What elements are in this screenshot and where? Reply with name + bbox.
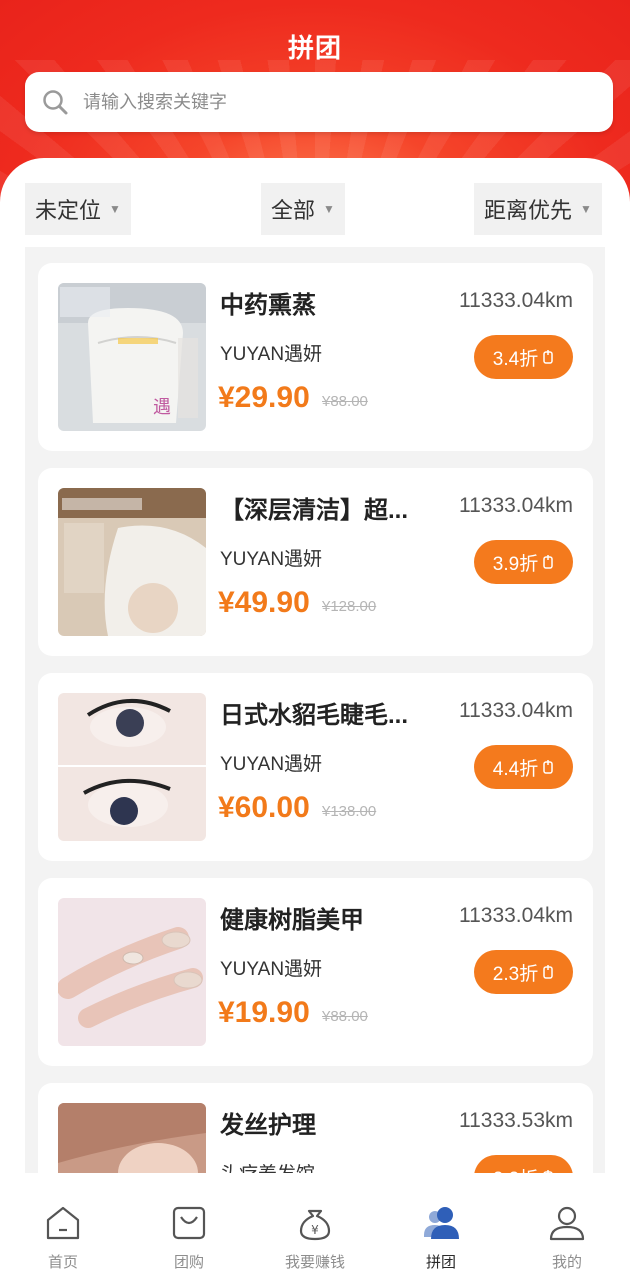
shopping-bag-icon: [172, 1206, 206, 1240]
product-name: 中药熏蒸: [220, 292, 316, 319]
svg-text:¥: ¥: [311, 1223, 319, 1237]
group-icon: [424, 1207, 459, 1239]
product-price: ¥49.90: [218, 586, 310, 619]
product-price: ¥60.00: [218, 791, 310, 824]
product-price: ¥19.90: [218, 996, 310, 1029]
discount-badge[interactable]: 4.4折: [474, 745, 573, 789]
tab-mine-label: 我的: [551, 1254, 582, 1271]
discount-badge[interactable]: 3.4折: [474, 335, 573, 379]
product-original-price: ¥88.00: [322, 1008, 368, 1025]
product-distance: 11333.04km: [458, 289, 573, 312]
product-name: 日式水貂毛睫毛...: [220, 702, 409, 729]
discount-badge[interactable]: 2.3折: [474, 950, 573, 994]
filter-category-label: 全部: [271, 198, 316, 223]
product-image: [58, 693, 206, 841]
product-card[interactable]: 【深层清洁】超... 11333.04km YUYAN遇妍 ¥49.90 ¥12…: [38, 468, 593, 656]
page-title: 拼团: [287, 33, 342, 63]
money-bag-icon: ¥: [299, 1209, 331, 1241]
caret-down-icon: ▼: [580, 202, 592, 216]
product-price: ¥29.90: [218, 381, 310, 414]
svg-text:遇: 遇: [153, 397, 171, 418]
product-shop: YUYAN遇妍: [220, 549, 323, 570]
discount-label: 2.2折: [493, 1164, 538, 1174]
product-name: 健康树脂美甲: [220, 907, 364, 934]
product-image: [58, 898, 206, 1046]
product-distance: 11333.04km: [458, 904, 573, 927]
product-distance: 11333.04km: [458, 494, 573, 517]
product-shop: YUYAN遇妍: [220, 959, 323, 980]
filter-sort-label: 距离优先: [484, 198, 573, 223]
tag-icon: [543, 965, 553, 979]
product-card[interactable]: 遇 中药熏蒸 11333.04km YUYAN遇妍 ¥29.90 ¥88.00 …: [38, 263, 593, 451]
discount-badge[interactable]: 2.2折: [474, 1155, 573, 1173]
product-shop: YUYAN遇妍: [220, 344, 323, 365]
tag-icon: [543, 555, 553, 569]
product-list: 遇 中药熏蒸 11333.04km YUYAN遇妍 ¥29.90 ¥88.00 …: [25, 247, 605, 1173]
product-image: 遇: [58, 283, 206, 431]
product-card[interactable]: 日式水貂毛睫毛... 11333.04km YUYAN遇妍 ¥60.00 ¥13…: [38, 673, 593, 861]
filter-location[interactable]: 未定位 ▼: [25, 183, 131, 235]
product-original-price: ¥128.00: [322, 598, 377, 615]
filter-category[interactable]: 全部 ▼: [261, 183, 345, 235]
search-bar[interactable]: [25, 72, 613, 132]
product-distance: 11333.53km: [458, 1109, 573, 1132]
discount-label: 4.4折: [492, 758, 539, 780]
caret-down-icon: ▼: [323, 202, 335, 216]
tab-group-buy[interactable]: 团购: [126, 1173, 252, 1280]
product-image: [58, 1103, 206, 1173]
bottom-tab-bar: 首页 团购 ¥ 我要赚钱 拼团 我的: [0, 1173, 630, 1280]
product-image: [58, 488, 206, 636]
filter-location-label: 未定位: [35, 198, 102, 223]
tag-icon: [543, 760, 553, 774]
discount-badge[interactable]: 3.9折: [474, 540, 573, 584]
tab-pintuan[interactable]: 拼团: [378, 1173, 504, 1280]
search-icon: [43, 90, 68, 115]
tab-home[interactable]: 首页: [0, 1173, 126, 1280]
product-name: 发丝护理: [220, 1112, 316, 1139]
user-icon: [549, 1206, 585, 1241]
search-input[interactable]: [83, 91, 563, 113]
product-card[interactable]: 健康树脂美甲 11333.04km YUYAN遇妍 ¥19.90 ¥88.00 …: [38, 878, 593, 1066]
tab-mine[interactable]: 我的: [504, 1173, 630, 1280]
discount-label: 2.3折: [492, 963, 539, 985]
tab-earn-money-label: 我要赚钱: [284, 1254, 345, 1271]
product-card[interactable]: 发丝护理 11333.53km 头疗养发馆 2.2折: [38, 1083, 593, 1173]
discount-label: 3.9折: [492, 553, 539, 575]
product-name: 【深层清洁】超...: [220, 497, 409, 524]
tab-home-label: 首页: [47, 1254, 78, 1271]
product-shop: YUYAN遇妍: [220, 754, 323, 775]
tab-group-buy-label: 团购: [173, 1254, 204, 1271]
product-original-price: ¥138.00: [322, 803, 377, 820]
caret-down-icon: ▼: [109, 202, 121, 216]
product-shop: 头疗养发馆: [220, 1159, 315, 1173]
home-icon: [46, 1206, 80, 1240]
discount-label: 3.4折: [492, 348, 539, 370]
tag-icon: [543, 350, 553, 364]
filter-sort[interactable]: 距离优先 ▼: [474, 183, 602, 235]
filter-bar: 未定位 ▼ 全部 ▼ 距离优先 ▼: [0, 183, 630, 235]
product-original-price: ¥88.00: [322, 393, 368, 410]
tab-earn-money[interactable]: ¥ 我要赚钱: [252, 1173, 378, 1280]
product-distance: 11333.04km: [458, 699, 573, 722]
tab-pintuan-label: 拼团: [425, 1254, 456, 1271]
